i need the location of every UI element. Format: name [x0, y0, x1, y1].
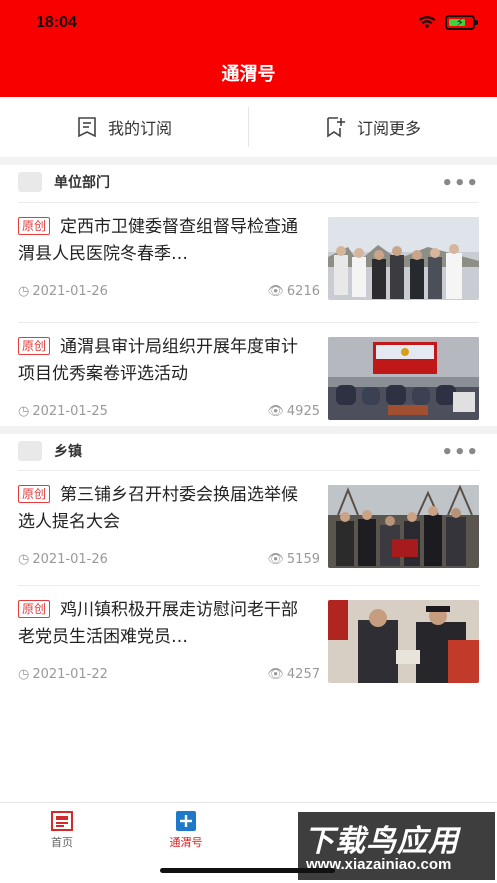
- article-title: 原创 定西市卫健委督查组督导检查通渭县人民医院冬春季…: [18, 214, 314, 268]
- article-item[interactable]: 原创 定西市卫健委督查组督导检查通渭县人民医院冬春季… ◷ 2021-01-26 👁…: [0, 202, 497, 322]
- article-title: 原创 第三铺乡召开村委会换届选举候选人提名大会: [18, 482, 314, 536]
- my-subscriptions-button[interactable]: 我的订阅: [0, 97, 248, 157]
- home-indicator: [160, 868, 335, 873]
- article-title-text: 鸡川镇积极开展走访慰问老干部老党员生活困难党员…: [18, 600, 299, 647]
- article-views: 4925: [286, 404, 320, 419]
- article-views: 6216: [286, 284, 320, 299]
- eye-icon: 👁: [267, 284, 284, 299]
- section-icon: [18, 172, 42, 192]
- article-item[interactable]: 原创 鸡川镇积极开展走访慰问老干部老党员生活困难党员… ◷ 2021-01-22 👁…: [0, 585, 497, 705]
- article-meta: ◷ 2021-01-22 👁 4257: [18, 667, 320, 682]
- section-title: 单位部门: [54, 175, 110, 191]
- subscribe-bar: 我的订阅 订阅更多: [0, 97, 497, 157]
- status-icons: ⚡: [417, 14, 478, 30]
- article-thumbnail: [328, 600, 479, 683]
- section-header-townships[interactable]: 乡镇 •••: [0, 430, 497, 472]
- article-meta: ◷ 2021-01-26 👁 6216: [18, 284, 320, 299]
- plus-square-icon: [176, 811, 196, 831]
- article-thumbnail: [328, 485, 479, 568]
- article-meta: ◷ 2021-01-26 👁 5159: [18, 552, 320, 567]
- eye-icon: 👁: [267, 667, 284, 682]
- section-title: 乡镇: [54, 444, 82, 460]
- article-thumbnail: [328, 337, 479, 420]
- more-icon[interactable]: •••: [441, 442, 479, 463]
- article-date: 2021-01-25: [32, 404, 108, 419]
- tab-label: 首页: [51, 836, 73, 849]
- article-title: 原创 鸡川镇积极开展走访慰问老干部老党员生活困难党员…: [18, 597, 314, 651]
- wifi-icon: [418, 16, 436, 29]
- more-subscriptions-label: 订阅更多: [356, 119, 421, 138]
- article-title: 原创 通渭县审计局组织开展年度审计项目优秀案卷评选活动: [18, 334, 314, 388]
- article-title-text: 第三铺乡召开村委会换届选举候选人提名大会: [18, 485, 299, 532]
- page-title: 通渭号: [221, 64, 276, 85]
- bookmark-add-icon: [327, 117, 345, 138]
- tab-tongweihao[interactable]: 通渭号: [146, 811, 226, 850]
- clock-icon: ◷: [18, 552, 30, 567]
- article-views: 4257: [286, 667, 320, 682]
- article-date: 2021-01-26: [32, 284, 108, 299]
- clock-icon: ◷: [18, 667, 30, 682]
- original-tag: 原创: [18, 485, 51, 503]
- article-title-text: 定西市卫健委督查组督导检查通渭县人民医院冬春季…: [18, 217, 299, 264]
- news-icon: [51, 811, 73, 831]
- watermark-text: 下载鸟应用: [304, 824, 459, 859]
- article-thumbnail: [328, 217, 479, 300]
- app-header: 18:04 ⚡ 通渭号: [0, 0, 497, 97]
- article-date: 2021-01-26: [32, 552, 108, 567]
- more-subscriptions-button[interactable]: 订阅更多: [249, 97, 497, 157]
- eye-icon: 👁: [267, 404, 284, 419]
- battery-icon: ⚡: [445, 14, 478, 30]
- article-item[interactable]: 原创 第三铺乡召开村委会换届选举候选人提名大会 ◷ 2021-01-26 👁 5159: [0, 470, 497, 590]
- article-meta: ◷ 2021-01-25 👁 4925: [18, 404, 320, 419]
- eye-icon: 👁: [267, 552, 284, 567]
- article-title-text: 通渭县审计局组织开展年度审计项目优秀案卷评选活动: [18, 337, 299, 384]
- more-icon[interactable]: •••: [441, 173, 479, 194]
- original-tag: 原创: [18, 337, 51, 355]
- article-date: 2021-01-22: [32, 667, 108, 682]
- my-subscriptions-label: 我的订阅: [107, 119, 172, 138]
- clock-icon: ◷: [18, 404, 30, 419]
- flag-list-icon: [78, 117, 96, 138]
- original-tag: 原创: [18, 600, 51, 618]
- tab-label: 通渭号: [169, 836, 203, 849]
- clock-icon: ◷: [18, 284, 30, 299]
- article-item[interactable]: 原创 通渭县审计局组织开展年度审计项目优秀案卷评选活动 ◷ 2021-01-25 👁…: [0, 322, 497, 442]
- original-tag: 原创: [18, 217, 51, 235]
- tab-home[interactable]: 首页: [22, 811, 102, 850]
- article-views: 5159: [286, 552, 320, 567]
- section-header-departments[interactable]: 单位部门 •••: [0, 161, 497, 203]
- section-icon: [18, 441, 42, 461]
- status-time: 18:04: [36, 14, 77, 31]
